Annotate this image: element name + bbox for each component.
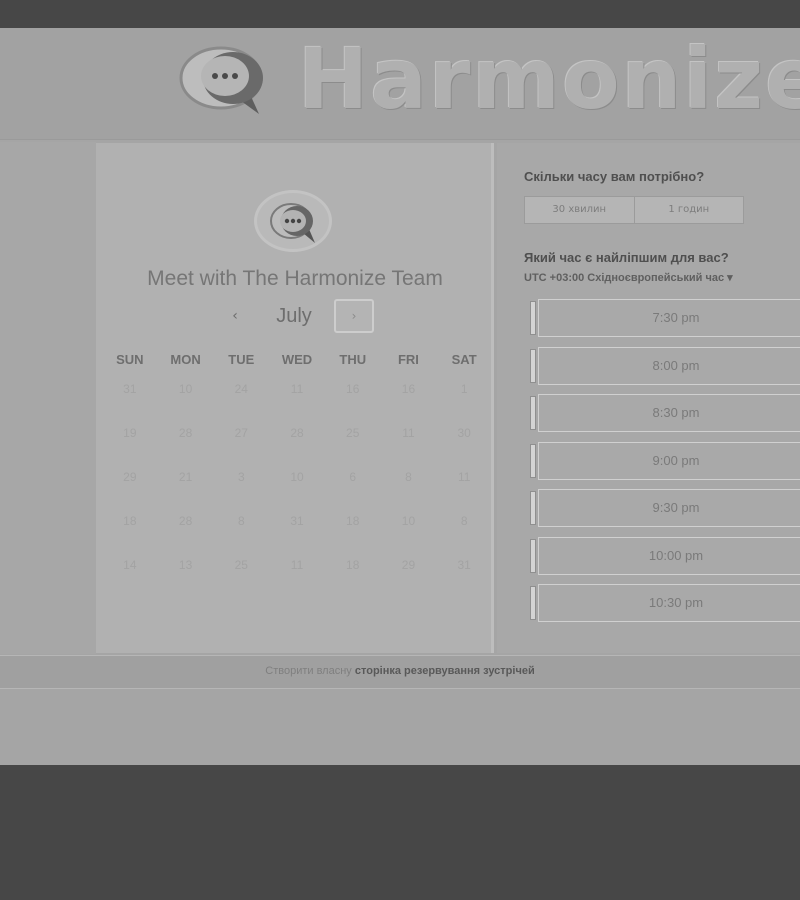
calendar-day[interactable]: 14 — [102, 554, 158, 598]
footer-text-link[interactable]: сторінка резервування зустрічей — [355, 665, 535, 677]
calendar-day[interactable]: 10 — [381, 510, 437, 554]
footer-text-plain: Створити власну — [265, 665, 355, 677]
weekday-label: MON — [170, 352, 201, 367]
calendar-day[interactable]: 30 — [436, 422, 492, 466]
calendar-day[interactable]: 1 — [436, 378, 492, 422]
weekday-label: SAT — [451, 352, 477, 367]
slot-time: 9:00 pm — [652, 452, 700, 468]
calendar-week: 31 10 24 11 16 16 1 — [102, 378, 492, 422]
calendar-week: 14 13 25 11 18 29 31 — [102, 554, 492, 598]
time-slot-list: 7:30 pm 8:00 pm 8:30 pm 9:00 pm 9:30 pm … — [524, 295, 800, 628]
calendar-day[interactable]: 28 — [158, 510, 214, 554]
chat-bubble-logo-icon — [175, 42, 275, 122]
weekday-header: SUN MON TUE WED THU FRI SAT — [102, 352, 492, 367]
month-label: July — [276, 305, 312, 327]
slot-marker — [530, 538, 536, 573]
slot-time: 7:30 pm — [652, 310, 700, 325]
duration-question: Скільки часу вам потрібно? — [524, 169, 705, 184]
meeting-title: Meet with The Harmonize Team — [147, 267, 443, 290]
left-gutter — [0, 142, 96, 654]
create-booking-page-link[interactable]: Створити власну сторінка резервування зу… — [0, 665, 800, 677]
calendar-day[interactable]: 16 — [381, 378, 437, 422]
weekday-label: TUE — [228, 352, 255, 367]
calendar-day[interactable]: 27 — [213, 422, 269, 466]
calendar-day[interactable]: 13 — [158, 554, 214, 598]
calendar-week: 18 28 8 31 18 10 8 — [102, 510, 492, 554]
weekday-label: SUN — [116, 352, 144, 367]
booking-page: Harmonize Meet with The Harmonize Team ‹… — [0, 28, 800, 765]
calendar-day[interactable]: 31 — [436, 554, 492, 598]
slot-marker — [530, 348, 536, 383]
slot-marker — [530, 396, 536, 430]
calendar-day[interactable]: 19 — [102, 422, 158, 466]
slot-marker — [530, 586, 536, 620]
weekday-label: FRI — [397, 352, 419, 367]
chat-bubble-icon — [270, 203, 315, 243]
weekday-label: THU — [339, 352, 367, 367]
weekday-label: WED — [281, 352, 313, 367]
calendar-day[interactable]: 21 — [158, 466, 214, 510]
brand-name: Harmonize — [298, 30, 800, 128]
calendar-card: Meet with The Harmonize Team ‹ July › SU… — [96, 143, 494, 653]
calendar-day[interactable]: 29 — [102, 466, 158, 510]
calendar-day[interactable]: 28 — [269, 422, 325, 466]
slot-time: 10:00 pm — [648, 547, 704, 563]
calendar-day[interactable]: 8 — [213, 510, 269, 554]
calendar-day[interactable]: 25 — [213, 554, 269, 598]
time-selection-panel: Скільки часу вам потрібно? 30 хвилин 1 г… — [497, 143, 800, 653]
duration-option-1h[interactable]: 1 годин — [635, 197, 744, 223]
calendar-day[interactable]: 18 — [325, 554, 381, 598]
slot-time: 10:30 pm — [648, 595, 704, 610]
calendar-week: 19 28 27 28 25 11 30 — [102, 422, 492, 466]
time-question: Який час є найліпшим для вас? — [524, 250, 729, 265]
calendar-day[interactable]: 3 — [213, 466, 269, 510]
calendar-day[interactable]: 11 — [269, 554, 325, 598]
slot-marker — [530, 491, 536, 525]
time-slot[interactable]: 9:00 pm — [524, 438, 800, 486]
calendar-day[interactable]: 29 — [381, 554, 437, 598]
duration-option-30min[interactable]: 30 хвилин — [525, 197, 635, 223]
calendar-day[interactable]: 25 — [325, 422, 381, 466]
calendar-day[interactable]: 10 — [269, 466, 325, 510]
calendar-grid: 31 10 24 11 16 16 1 19 28 27 28 25 11 30… — [102, 378, 492, 598]
calendar-day[interactable]: 16 — [325, 378, 381, 422]
duration-toggle: 30 хвилин 1 годин — [524, 196, 744, 224]
calendar-day[interactable]: 18 — [102, 510, 158, 554]
calendar-week: 29 21 3 10 6 8 11 — [102, 466, 492, 510]
team-avatar — [254, 190, 332, 252]
prev-month-button[interactable]: ‹ — [224, 304, 246, 328]
timezone-dropdown[interactable]: UTC +03:00 Східноєвропейський час ▾ — [524, 271, 733, 284]
time-slot[interactable]: 10:30 pm — [524, 580, 800, 628]
next-month-button[interactable]: › — [334, 299, 374, 333]
slot-time: 8:00 pm — [652, 357, 700, 373]
footer-bar: Створити власну сторінка резервування зу… — [0, 655, 800, 689]
slot-time: 8:30 pm — [652, 405, 700, 420]
calendar-day[interactable]: 24 — [213, 378, 269, 422]
time-slot[interactable]: 8:00 pm — [524, 343, 800, 391]
site-header: Harmonize — [0, 28, 800, 140]
calendar-day[interactable]: 11 — [436, 466, 492, 510]
time-slot[interactable]: 7:30 pm — [524, 295, 800, 343]
calendar-day[interactable]: 11 — [269, 378, 325, 422]
calendar-day[interactable]: 31 — [269, 510, 325, 554]
calendar-day[interactable]: 8 — [381, 466, 437, 510]
time-slot[interactable]: 9:30 pm — [524, 485, 800, 533]
calendar-day[interactable]: 8 — [436, 510, 492, 554]
slot-time: 9:30 pm — [652, 500, 700, 515]
calendar-day[interactable]: 31 — [102, 378, 158, 422]
slot-marker — [530, 301, 536, 335]
time-slot[interactable]: 8:30 pm — [524, 390, 800, 438]
calendar-day[interactable]: 6 — [325, 466, 381, 510]
calendar-day[interactable]: 11 — [381, 422, 437, 466]
slot-marker — [530, 443, 536, 478]
calendar-day[interactable]: 28 — [158, 422, 214, 466]
time-slot[interactable]: 10:00 pm — [524, 533, 800, 581]
calendar-day[interactable]: 18 — [325, 510, 381, 554]
calendar-day[interactable]: 10 — [158, 378, 214, 422]
